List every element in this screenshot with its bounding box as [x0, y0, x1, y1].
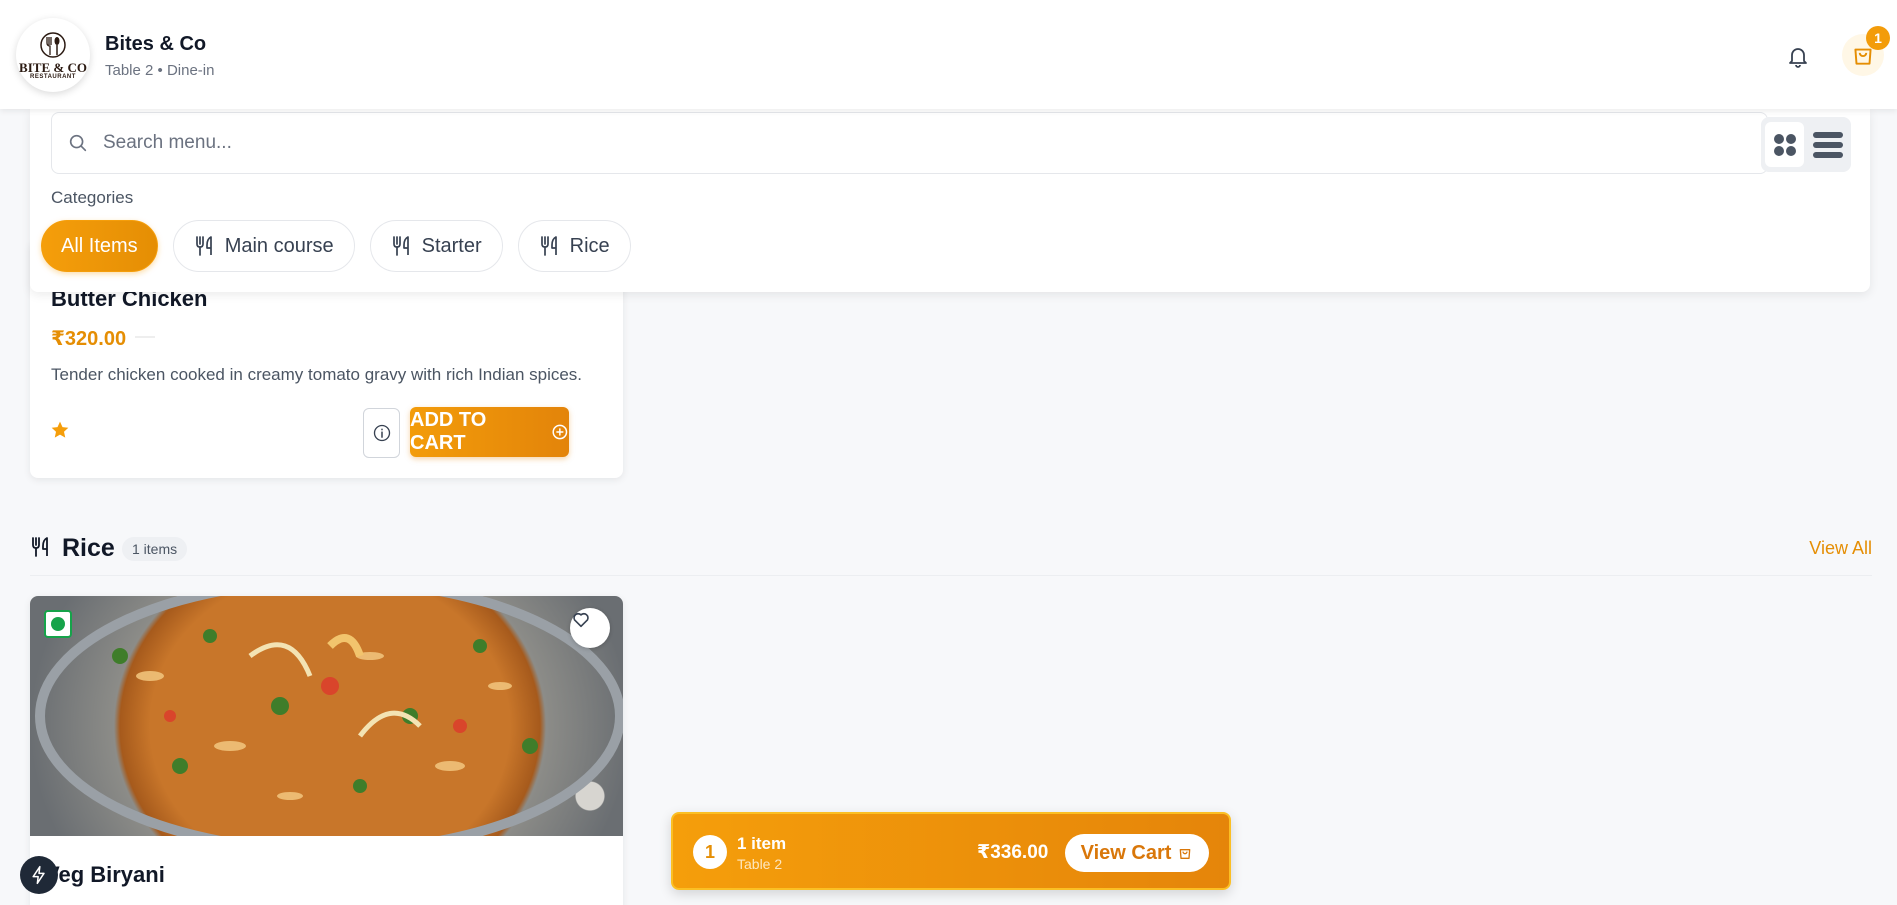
category-chip-label: All Items — [61, 234, 138, 257]
category-chip-all-items[interactable]: All Items — [41, 220, 158, 272]
item-info-button[interactable] — [363, 408, 400, 458]
view-all-link[interactable]: View All — [1809, 538, 1872, 559]
search-icon — [69, 134, 87, 152]
plus-circle-icon — [552, 424, 568, 440]
section-item-count: 1 items — [122, 537, 188, 561]
utensils-icon — [540, 236, 557, 256]
app-header: BITE & CO RESTAURANT Bites & Co Table 2 … — [0, 0, 1897, 109]
utensils-icon — [32, 537, 48, 557]
cart-items-label: 1 item — [737, 834, 787, 853]
logo-subtext: RESTAURANT — [30, 73, 76, 80]
add-to-cart-label: ADD TO CART — [410, 409, 487, 454]
cart-count-badge: 1 — [1866, 26, 1890, 50]
restaurant-info: Bites & Co Table 2 • Dine-in — [105, 33, 214, 79]
quick-action-button[interactable] — [20, 856, 58, 894]
fork-spoon-icon — [40, 31, 66, 58]
item-name: Veg Biryani — [45, 862, 165, 887]
list-view-button[interactable] — [1808, 122, 1847, 167]
cart-table-label: Table 2 — [737, 856, 783, 872]
bell-icon — [1789, 48, 1807, 68]
category-chip-main-course[interactable]: Main course — [172, 220, 355, 272]
category-chip-rice[interactable]: Rice — [517, 220, 631, 272]
section-header-rice: Rice 1 items View All — [30, 528, 1872, 576]
category-chip-label: Rice — [569, 234, 610, 257]
shopping-bag-icon — [1180, 849, 1191, 859]
star-icon — [51, 421, 69, 438]
view-cart-button[interactable]: View Cart — [1065, 834, 1209, 872]
utensils-icon — [392, 236, 409, 256]
notifications-button[interactable] — [1782, 40, 1814, 72]
menu-item-card-veg-biryani[interactable]: Veg Biryani — [30, 596, 623, 905]
category-chip-label: Main course — [224, 234, 334, 257]
restaurant-name: Bites & Co — [105, 33, 207, 55]
section-title: Rice — [62, 534, 115, 562]
search-input[interactable] — [103, 132, 1703, 154]
view-toggle — [1761, 117, 1851, 172]
category-chips: All Items Main course Starter Rice — [41, 220, 631, 272]
category-chip-starter[interactable]: Starter — [369, 220, 503, 272]
cart-summary-bar[interactable]: 1 1 item Table 2 ₹336.00 View Cart — [671, 812, 1231, 890]
cart-item-count-badge: 1 — [693, 835, 727, 869]
price-divider — [135, 336, 155, 338]
search-bar[interactable] — [51, 112, 1768, 174]
lightning-icon — [32, 865, 45, 885]
view-cart-label: View Cart — [1080, 841, 1172, 864]
cart-total: ₹336.00 — [977, 842, 1049, 863]
info-icon — [373, 424, 390, 442]
item-price: ₹320.00 — [51, 328, 127, 350]
favorite-button[interactable] — [570, 608, 610, 648]
restaurant-logo[interactable]: BITE & CO RESTAURANT — [16, 18, 90, 92]
search-category-panel: Categories All Items Main course Starter… — [30, 109, 1870, 292]
food-image — [30, 596, 623, 836]
item-description: Tender chicken cooked in creamy tomato g… — [51, 365, 583, 384]
list-icon — [1812, 131, 1843, 158]
logo-text: BITE & CO — [19, 59, 87, 75]
category-chip-label: Starter — [421, 234, 482, 257]
grid-icon — [1773, 133, 1796, 156]
biryani-illustration — [35, 596, 623, 836]
heart-icon — [573, 612, 589, 628]
categories-label: Categories — [51, 188, 134, 207]
utensils-icon — [195, 236, 212, 256]
grid-view-button[interactable] — [1765, 122, 1804, 167]
table-info: Table 2 • Dine-in — [105, 62, 215, 79]
add-to-cart-button[interactable]: ADD TO CART — [410, 407, 569, 457]
veg-indicator-icon — [44, 610, 72, 638]
